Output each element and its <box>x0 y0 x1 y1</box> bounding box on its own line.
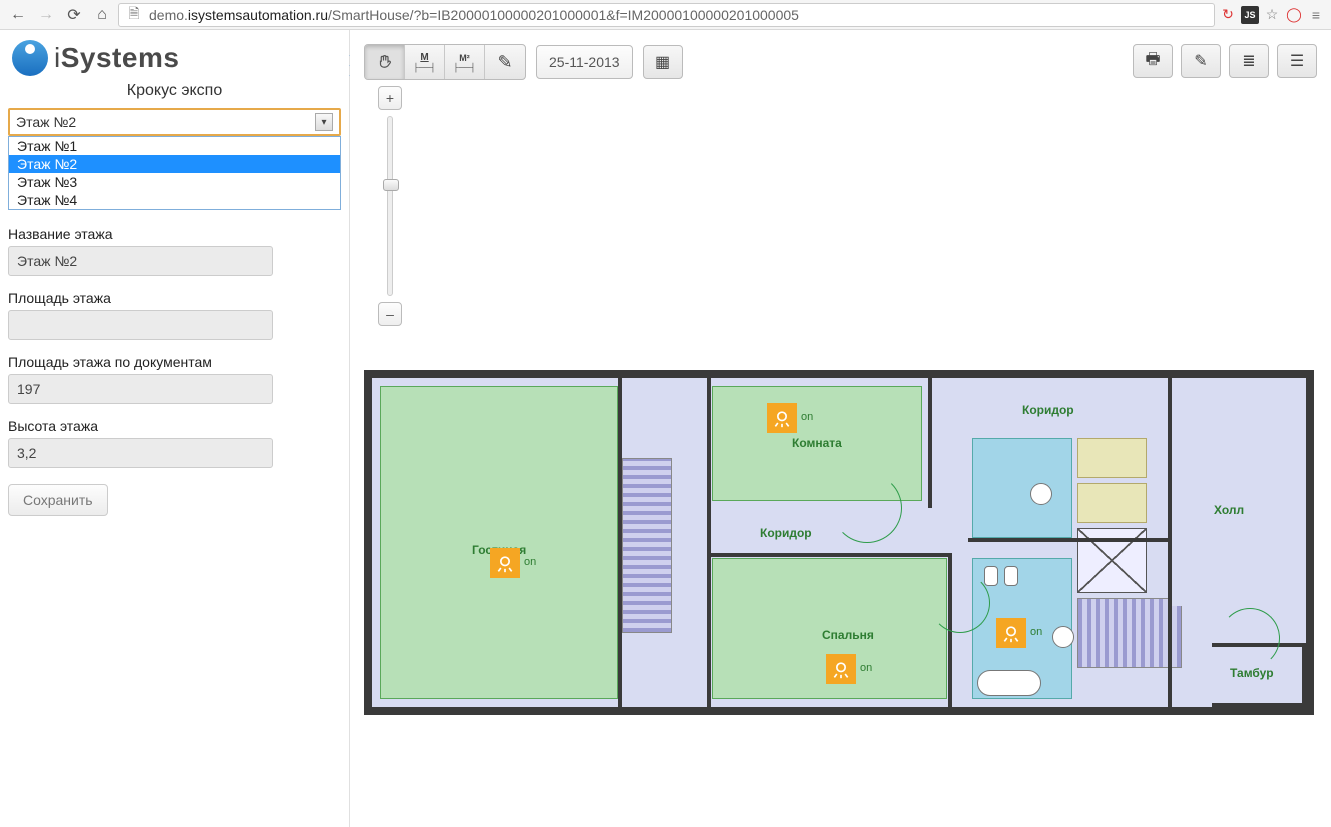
calendar-icon: ▦ <box>655 52 670 72</box>
edit-button[interactable]: ✎ <box>1181 44 1221 78</box>
sidebar: ◀◀◀ iSystems Крокус экспо Этаж №2 ▾ Этаж… <box>0 30 350 827</box>
list-icon: ≣ <box>1242 51 1255 71</box>
print-icon: 🖶 <box>1145 48 1160 75</box>
room-bedroom-label: Спальня <box>822 628 874 642</box>
corridor-label: Коридор <box>760 526 812 540</box>
print-button[interactable]: 🖶 <box>1133 44 1173 78</box>
floor-option[interactable]: Этаж №2 <box>9 155 340 173</box>
layers-button[interactable]: ☰ <box>1277 44 1317 78</box>
room-hall-label: Холл <box>1214 503 1244 517</box>
zoom-slider-thumb[interactable] <box>383 179 399 191</box>
area-label: Площадь этажа <box>8 290 341 306</box>
light-living[interactable] <box>490 548 520 578</box>
stairs-right <box>1077 598 1182 668</box>
closet-1[interactable] <box>1077 438 1147 478</box>
floor-option[interactable]: Этаж №3 <box>9 173 340 191</box>
stairs <box>622 458 672 633</box>
hand-icon <box>376 53 394 71</box>
zoom-slider-track[interactable] <box>387 116 393 296</box>
doc-area-input[interactable] <box>8 374 273 404</box>
logo-text: iSystems <box>54 42 179 74</box>
url-text: demo.isystemsautomation.ru/SmartHouse/?b… <box>149 7 799 23</box>
area-tool[interactable]: M² ├──┤ <box>445 45 485 79</box>
bathtub-icon <box>977 670 1041 696</box>
gesture-icon[interactable]: ↻ <box>1219 6 1237 24</box>
bulb-icon <box>772 408 792 428</box>
height-input[interactable] <box>8 438 273 468</box>
zoom-control: + – <box>378 86 402 326</box>
logo: iSystems <box>8 36 341 82</box>
floor-option[interactable]: Этаж №4 <box>9 191 340 209</box>
bulb-icon <box>831 659 851 679</box>
light-room[interactable] <box>767 403 797 433</box>
height-label: Высота этажа <box>8 418 341 434</box>
back-button[interactable]: ← <box>6 4 30 26</box>
toilet-icon <box>984 566 998 586</box>
js-icon[interactable]: JS <box>1241 6 1259 24</box>
list-button[interactable]: ≣ <box>1229 44 1269 78</box>
logo-icon <box>12 40 48 76</box>
save-button[interactable]: Сохранить <box>8 484 108 516</box>
browser-chrome: ← → ⟳ ⌂ 🗎 demo.isystemsautomation.ru/Sma… <box>0 0 1331 30</box>
light-bedroom[interactable] <box>826 654 856 684</box>
floor-plan-canvas[interactable]: Гостиная Комната Коридор Спальня Коридор… <box>364 370 1314 715</box>
hand-tool[interactable] <box>365 45 405 79</box>
layers-icon: ☰ <box>1290 51 1304 71</box>
light-bedroom-state: on <box>860 662 872 674</box>
page-icon: 🗎 <box>125 6 143 24</box>
light-bath[interactable] <box>996 618 1026 648</box>
room-hall[interactable] <box>1172 386 1298 606</box>
floor-select[interactable]: Этаж №2 ▾ Этаж №1 Этаж №2 Этаж №3 Этаж №… <box>8 108 341 136</box>
home-button[interactable]: ⌂ <box>90 4 114 26</box>
forward-button[interactable]: → <box>34 4 58 26</box>
room-tambur-label: Тамбур <box>1230 666 1274 680</box>
name-input[interactable] <box>8 246 273 276</box>
corridor-top-label: Коридор <box>1022 403 1074 417</box>
chevron-down-icon: ▾ <box>315 113 333 131</box>
light-living-state: on <box>524 556 536 568</box>
pencil-icon: ✎ <box>497 52 512 73</box>
menu-icon[interactable]: ≡ <box>1307 6 1325 24</box>
url-bar[interactable]: 🗎 demo.isystemsautomation.ru/SmartHouse/… <box>118 3 1215 27</box>
reload-button[interactable]: ⟳ <box>62 4 86 26</box>
closet-2[interactable] <box>1077 483 1147 523</box>
toolbar-right: 🖶 ✎ ≣ ☰ <box>1133 44 1317 78</box>
door-arc <box>832 473 902 543</box>
star-icon[interactable]: ☆ <box>1263 6 1281 24</box>
pencil-tool[interactable]: ✎ <box>485 45 525 79</box>
light-room-state: on <box>801 411 813 423</box>
bulb-icon <box>495 553 515 573</box>
door-arc <box>930 573 990 633</box>
toolbar-left: M ├──┤ M² ├──┤ ✎ 25-11-2013 ▦ <box>364 44 683 80</box>
main-area: M ├──┤ M² ├──┤ ✎ 25-11-2013 ▦ 🖶 <box>350 30 1331 827</box>
bulb-icon <box>1001 623 1021 643</box>
doc-area-label: Площадь этажа по документам <box>8 354 341 370</box>
calendar-button[interactable]: ▦ <box>643 45 683 79</box>
zoom-in-button[interactable]: + <box>378 86 402 110</box>
name-label: Название этажа <box>8 226 341 242</box>
toilet-icon <box>1004 566 1018 586</box>
floor-select-dropdown: Этаж №1 Этаж №2 Этаж №3 Этаж №4 <box>8 136 341 210</box>
floor-option[interactable]: Этаж №1 <box>9 137 340 155</box>
room-komnata-label: Комната <box>792 436 842 450</box>
area-input[interactable] <box>8 310 273 340</box>
sink-icon <box>1052 626 1074 648</box>
light-bath-state: on <box>1030 626 1042 638</box>
adblock-icon[interactable]: ◯ <box>1285 6 1303 24</box>
date-input[interactable]: 25-11-2013 <box>536 45 633 79</box>
ruler-tool[interactable]: M ├──┤ <box>405 45 445 79</box>
edit-icon: ✎ <box>1194 51 1207 71</box>
bathroom-1[interactable] <box>972 438 1072 538</box>
floor-select-value: Этаж №2 <box>16 114 76 130</box>
sink-icon <box>1030 483 1052 505</box>
door-arc <box>1220 608 1280 668</box>
building-name: Крокус экспо <box>8 82 341 100</box>
zoom-out-button[interactable]: – <box>378 302 402 326</box>
